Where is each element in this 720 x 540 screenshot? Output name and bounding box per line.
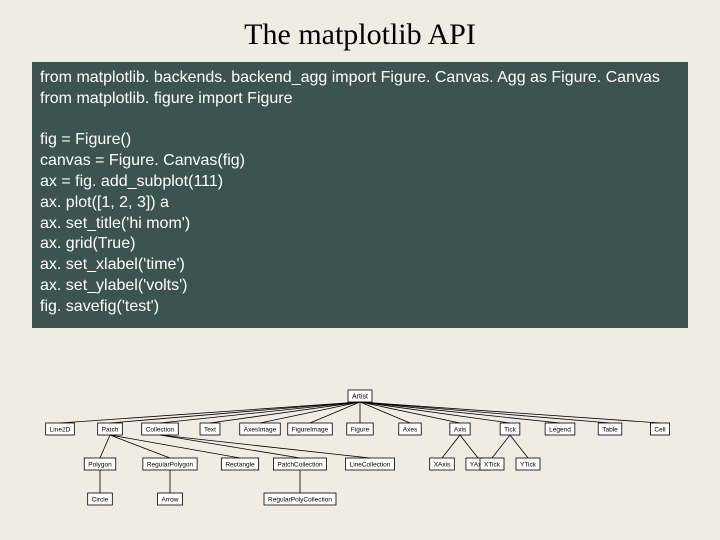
svg-text:Arrow: Arrow <box>162 497 179 504</box>
svg-text:FigureImage: FigureImage <box>292 427 329 434</box>
svg-text:YTick: YTick <box>520 462 537 469</box>
svg-text:Polygon: Polygon <box>88 462 112 469</box>
svg-text:Figure: Figure <box>351 427 370 434</box>
svg-text:Legend: Legend <box>549 427 571 434</box>
svg-text:Artist: Artist <box>352 394 368 401</box>
svg-text:RegularPolyCollection: RegularPolyCollection <box>268 497 332 504</box>
svg-text:Patch: Patch <box>102 427 119 434</box>
svg-text:Circle: Circle <box>92 497 109 504</box>
svg-text:Axis: Axis <box>454 427 467 434</box>
svg-text:Line2D: Line2D <box>50 427 71 434</box>
svg-text:Tick: Tick <box>504 427 516 434</box>
svg-text:Collection: Collection <box>146 427 175 434</box>
svg-text:Rectangle: Rectangle <box>225 462 255 469</box>
svg-text:LineCollection: LineCollection <box>350 462 391 469</box>
svg-text:XAxis: XAxis <box>434 462 451 469</box>
svg-text:Cell: Cell <box>654 427 666 434</box>
svg-text:RegularPolygon: RegularPolygon <box>147 462 194 469</box>
svg-text:Table: Table <box>602 427 618 434</box>
svg-text:Axes: Axes <box>403 427 418 434</box>
page-title: The matplotlib API <box>0 0 720 62</box>
svg-text:AxesImage: AxesImage <box>244 427 277 434</box>
code-block: from matplotlib. backends. backend_agg i… <box>32 62 688 328</box>
class-hierarchy-diagram: ArtistLine2DPatchCollectionTextAxesImage… <box>0 384 720 534</box>
svg-text:PatchCollection: PatchCollection <box>277 462 323 469</box>
svg-text:XTick: XTick <box>484 462 501 469</box>
svg-text:Text: Text <box>204 427 216 434</box>
